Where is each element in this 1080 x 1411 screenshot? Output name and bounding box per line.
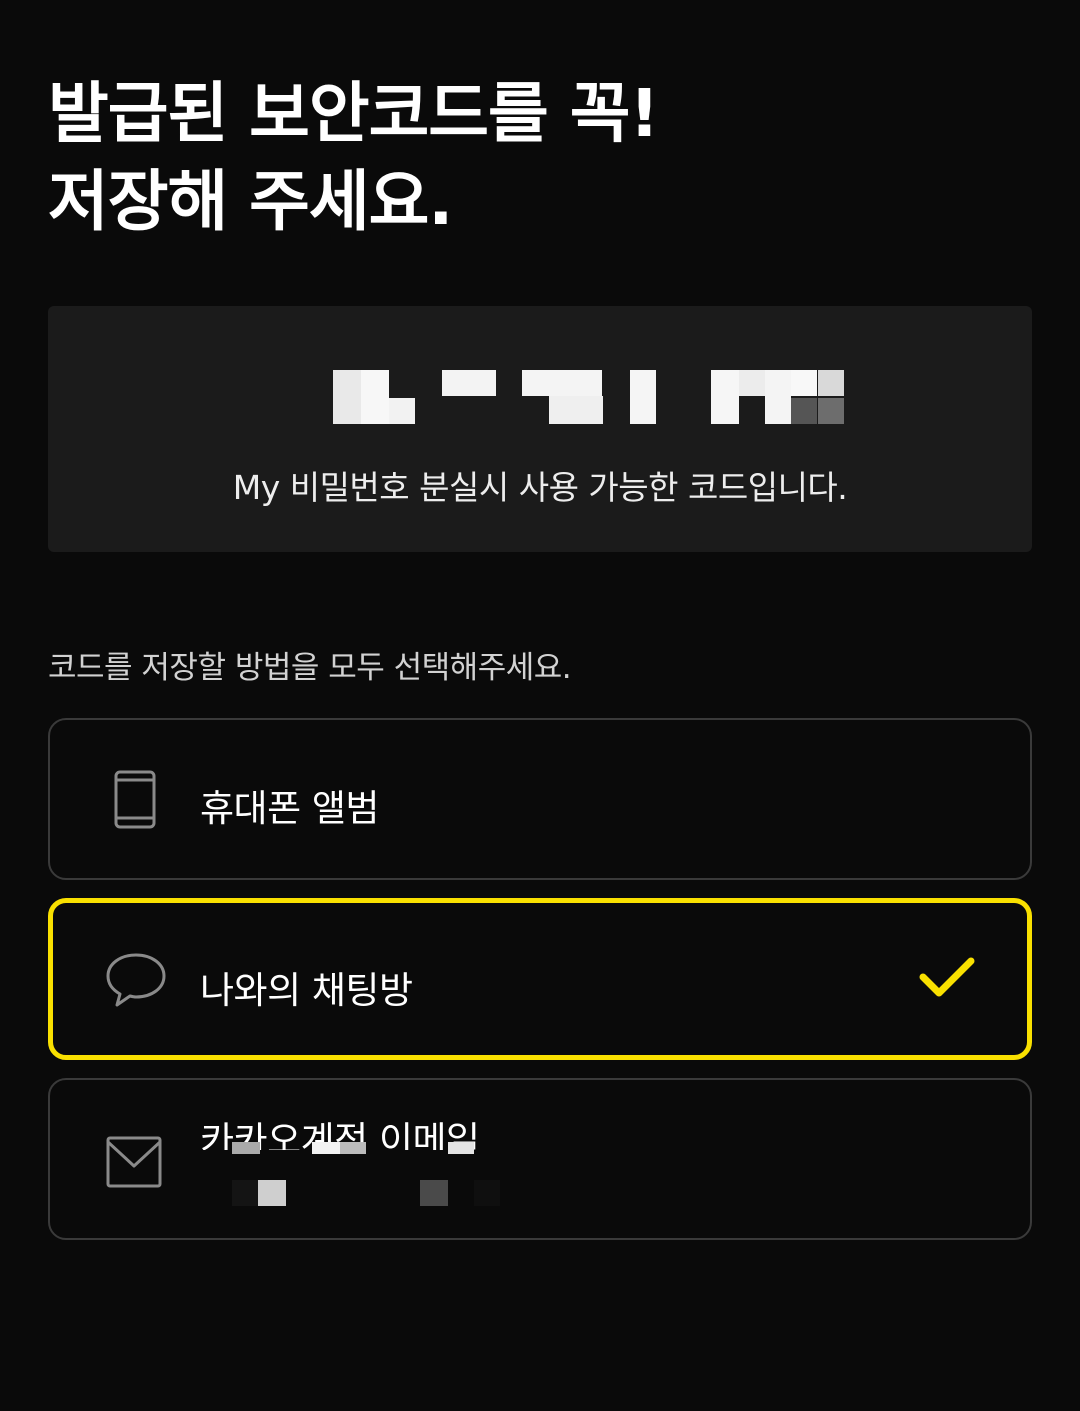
option-phone-album[interactable]: 휴대폰 앨범 xyxy=(48,718,1032,880)
security-code-caption: My 비밀번호 분실시 사용 가능한 코드입니다. xyxy=(232,468,848,507)
security-code-redacted xyxy=(285,370,844,424)
page-title: 발급된 보안코드를 꼭! 저장해 주세요. xyxy=(48,70,660,246)
option-account-email[interactable]: 카카오계정 이메일 xyxy=(48,1078,1032,1240)
security-code-card: My 비밀번호 분실시 사용 가능한 코드입니다. xyxy=(48,306,1032,552)
save-method-instruction: 코드를 저장할 방법을 모두 선택해주세요. xyxy=(48,650,572,686)
option-my-chatroom[interactable]: 나와의 채팅방 xyxy=(48,898,1032,1060)
page-title-line1: 발급된 보안코드를 꼭! xyxy=(48,75,660,152)
mail-icon xyxy=(106,1136,162,1188)
option-phone-album-label: 휴대폰 앨범 xyxy=(200,787,379,830)
phone-icon xyxy=(114,770,156,829)
chat-bubble-icon xyxy=(106,953,166,1007)
option-my-chatroom-label: 나와의 채팅방 xyxy=(200,969,413,1012)
checkmark-icon xyxy=(919,957,975,997)
page-title-line2: 저장해 주세요. xyxy=(48,163,453,240)
